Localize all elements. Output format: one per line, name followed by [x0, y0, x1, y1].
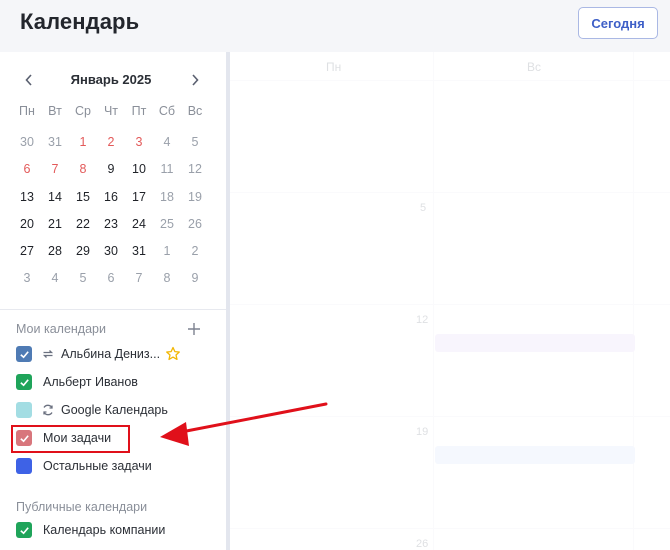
calendar-day[interactable]: 12 [181, 162, 209, 189]
calendar-day[interactable]: 5 [69, 271, 97, 298]
calendar-day[interactable]: 7 [125, 271, 153, 298]
calendar-day[interactable]: 9 [181, 271, 209, 298]
calendar-day[interactable]: 2 [97, 135, 125, 162]
calendar-checkbox[interactable] [16, 522, 32, 538]
calendar-day[interactable]: 19 [181, 190, 209, 217]
calendar-day[interactable]: 15 [69, 190, 97, 217]
weekday-label: Ср [75, 104, 91, 118]
calendar-day[interactable]: 1 [69, 135, 97, 162]
calendar-day[interactable]: 3 [125, 135, 153, 162]
mini-calendar-days: 30 31 1 2 3 4 5 6 7 8 9 10 11 12 13 14 1… [13, 135, 209, 299]
calendar-item-label: Календарь компании [43, 523, 166, 537]
calendar-day[interactable]: 13 [13, 190, 41, 217]
calendar-day[interactable]: 3 [13, 271, 41, 298]
calendar-item-albina[interactable]: Альбина Дениз... [16, 344, 220, 364]
calendar-checkbox[interactable] [16, 346, 32, 362]
calendar-day[interactable]: 31 [125, 244, 153, 271]
mini-calendar-month: Январь 2025 [70, 72, 152, 87]
check-icon [19, 526, 29, 534]
calendar-day[interactable]: 14 [41, 190, 69, 217]
highlight-frame [11, 425, 130, 453]
calendar-item-albert[interactable]: Альберт Иванов [16, 372, 220, 392]
calendar-checkbox[interactable] [16, 402, 32, 418]
calendar-item-label: Альберт Иванов [43, 375, 138, 389]
chevron-left-icon [25, 74, 32, 86]
plus-icon [188, 323, 200, 335]
calendar-day[interactable]: 22 [69, 217, 97, 244]
my-calendars-title: Мои календари [16, 322, 106, 336]
calendar-day[interactable]: 4 [153, 135, 181, 162]
next-month-button[interactable] [186, 70, 204, 90]
weekday-label: Вс [187, 104, 203, 118]
calendar-day[interactable]: 20 [13, 217, 41, 244]
calendar-day[interactable]: 9 [97, 162, 125, 189]
disabled-overlay [230, 52, 670, 550]
calendar-day[interactable]: 8 [153, 271, 181, 298]
calendar-day[interactable]: 29 [69, 244, 97, 271]
calendar-day[interactable]: 24 [125, 217, 153, 244]
sidebar: Январь 2025 Пн Вт Ср Чт Пт Сб Вс 30 31 1… [0, 52, 226, 550]
calendar-day[interactable]: 7 [41, 162, 69, 189]
calendar-item-label: Альбина Дениз... [61, 347, 161, 361]
calendar-item-label: Остальные задачи [43, 459, 152, 473]
weekday-label: Чт [103, 104, 119, 118]
add-calendar-button[interactable] [186, 321, 202, 337]
calendar-day[interactable]: 2 [181, 244, 209, 271]
weekday-label: Пн [19, 104, 35, 118]
weekday-label: Вт [48, 104, 62, 118]
calendar-item-google[interactable]: Google Календарь [16, 400, 220, 420]
calendar-checkbox[interactable] [16, 458, 32, 474]
weekday-label: Сб [158, 104, 176, 118]
check-icon [19, 350, 29, 358]
calendar-item-label: Google Календарь [61, 403, 168, 417]
calendar-day[interactable]: 30 [13, 135, 41, 162]
calendar-day[interactable]: 16 [97, 190, 125, 217]
calendar-day[interactable]: 17 [125, 190, 153, 217]
mini-calendar-weekdays: Пн Вт Ср Чт Пт Сб Вс [13, 104, 209, 118]
calendar-day[interactable]: 6 [97, 271, 125, 298]
calendar-day[interactable]: 31 [41, 135, 69, 162]
calendar-day[interactable]: 27 [13, 244, 41, 271]
calendar-day[interactable]: 26 [181, 217, 209, 244]
star-icon[interactable] [165, 346, 181, 362]
sync-icon [41, 347, 55, 361]
calendar-day[interactable]: 23 [97, 217, 125, 244]
today-button[interactable]: Сегодня [578, 7, 658, 39]
calendar-day[interactable]: 10 [125, 162, 153, 189]
mini-calendar-header: Январь 2025 [0, 70, 226, 90]
calendar-day[interactable]: 8 [69, 162, 97, 189]
calendar-day[interactable]: 18 [153, 190, 181, 217]
sidebar-divider [0, 309, 226, 310]
calendar-day[interactable]: 25 [153, 217, 181, 244]
calendar-item-company[interactable]: Календарь компании [16, 520, 220, 540]
calendar-day[interactable]: 5 [181, 135, 209, 162]
weekday-label: Пт [131, 104, 147, 118]
check-icon [19, 378, 29, 386]
chevron-right-icon [192, 74, 199, 86]
public-calendars-title: Публичные календари [16, 500, 148, 514]
sync-icon [41, 403, 55, 417]
calendar-grid: Пн Вс 5 12 19 26 [230, 52, 670, 550]
calendar-item-other-tasks[interactable]: Остальные задачи [16, 456, 220, 476]
page-title: Календарь [20, 9, 140, 34]
calendar-day[interactable]: 4 [41, 271, 69, 298]
calendar-day[interactable]: 1 [153, 244, 181, 271]
calendar-day[interactable]: 30 [97, 244, 125, 271]
previous-month-button[interactable] [20, 70, 38, 90]
calendar-checkbox[interactable] [16, 374, 32, 390]
calendar-day[interactable]: 6 [13, 162, 41, 189]
header-bar: Календарь Сегодня [0, 0, 670, 52]
calendar-day[interactable]: 28 [41, 244, 69, 271]
calendar-day[interactable]: 21 [41, 217, 69, 244]
calendar-day[interactable]: 11 [153, 162, 181, 189]
